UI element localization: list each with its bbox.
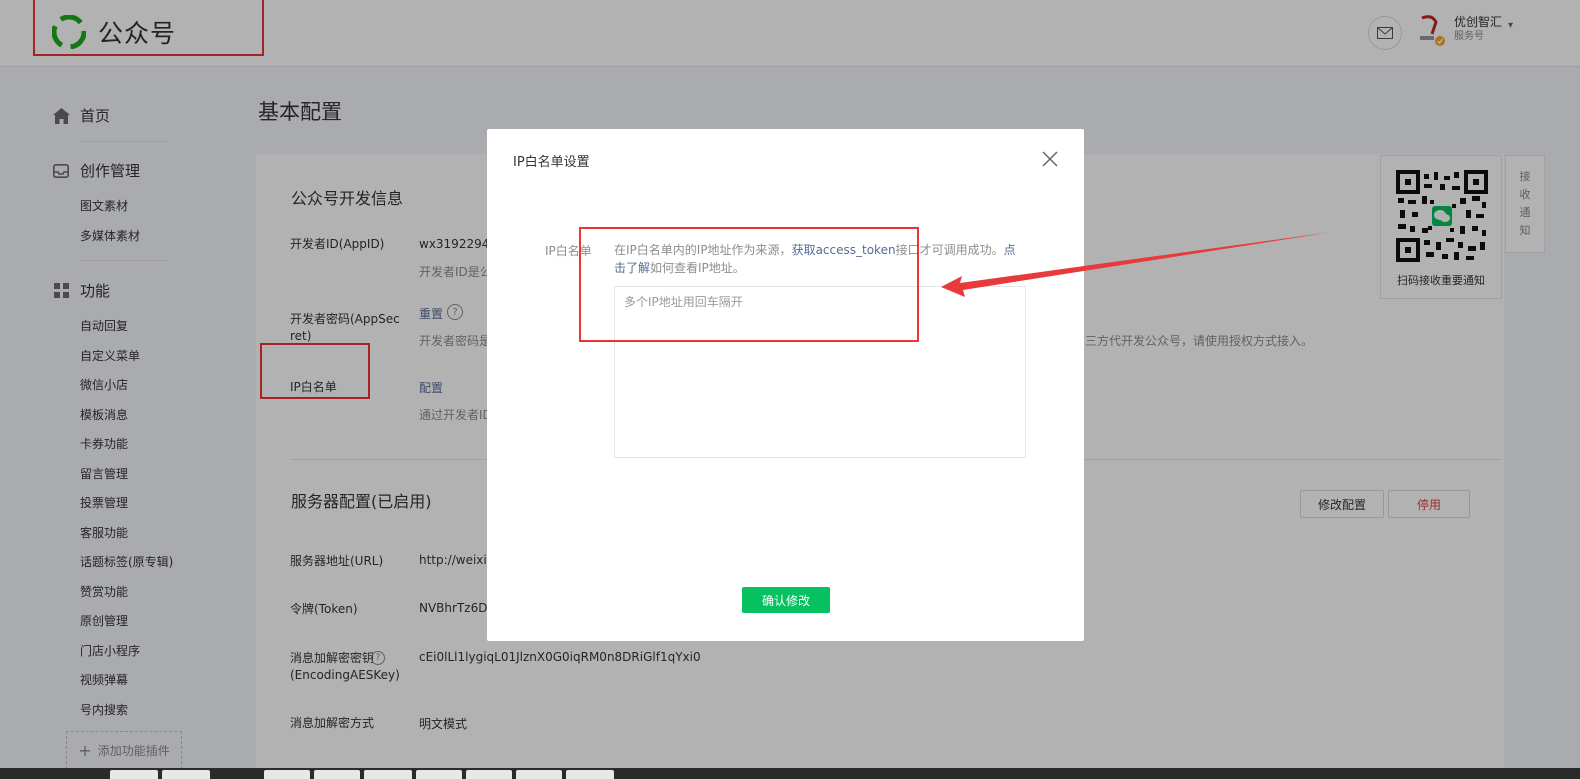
annotation-box-description <box>579 227 919 342</box>
taskbar-tab[interactable] <box>416 770 462 779</box>
taskbar-tab[interactable] <box>364 770 412 779</box>
taskbar-tab[interactable] <box>110 770 158 779</box>
taskbar-tab[interactable] <box>516 770 562 779</box>
dialog-title: IP白名单设置 <box>513 155 590 170</box>
taskbar-tab[interactable] <box>566 770 614 779</box>
taskbar-tab[interactable] <box>466 770 512 779</box>
close-button[interactable] <box>1040 149 1060 169</box>
ip-whitelist-dialog: IP白名单设置 IP白名单 在IP白名单内的IP地址作为来源，获取access_… <box>487 129 1084 641</box>
confirm-button[interactable]: 确认修改 <box>742 587 830 613</box>
taskbar-tab[interactable] <box>162 770 210 779</box>
close-icon <box>1042 151 1058 167</box>
taskbar-tab[interactable] <box>264 770 310 779</box>
taskbar <box>0 768 1580 779</box>
taskbar-tab[interactable] <box>314 770 360 779</box>
